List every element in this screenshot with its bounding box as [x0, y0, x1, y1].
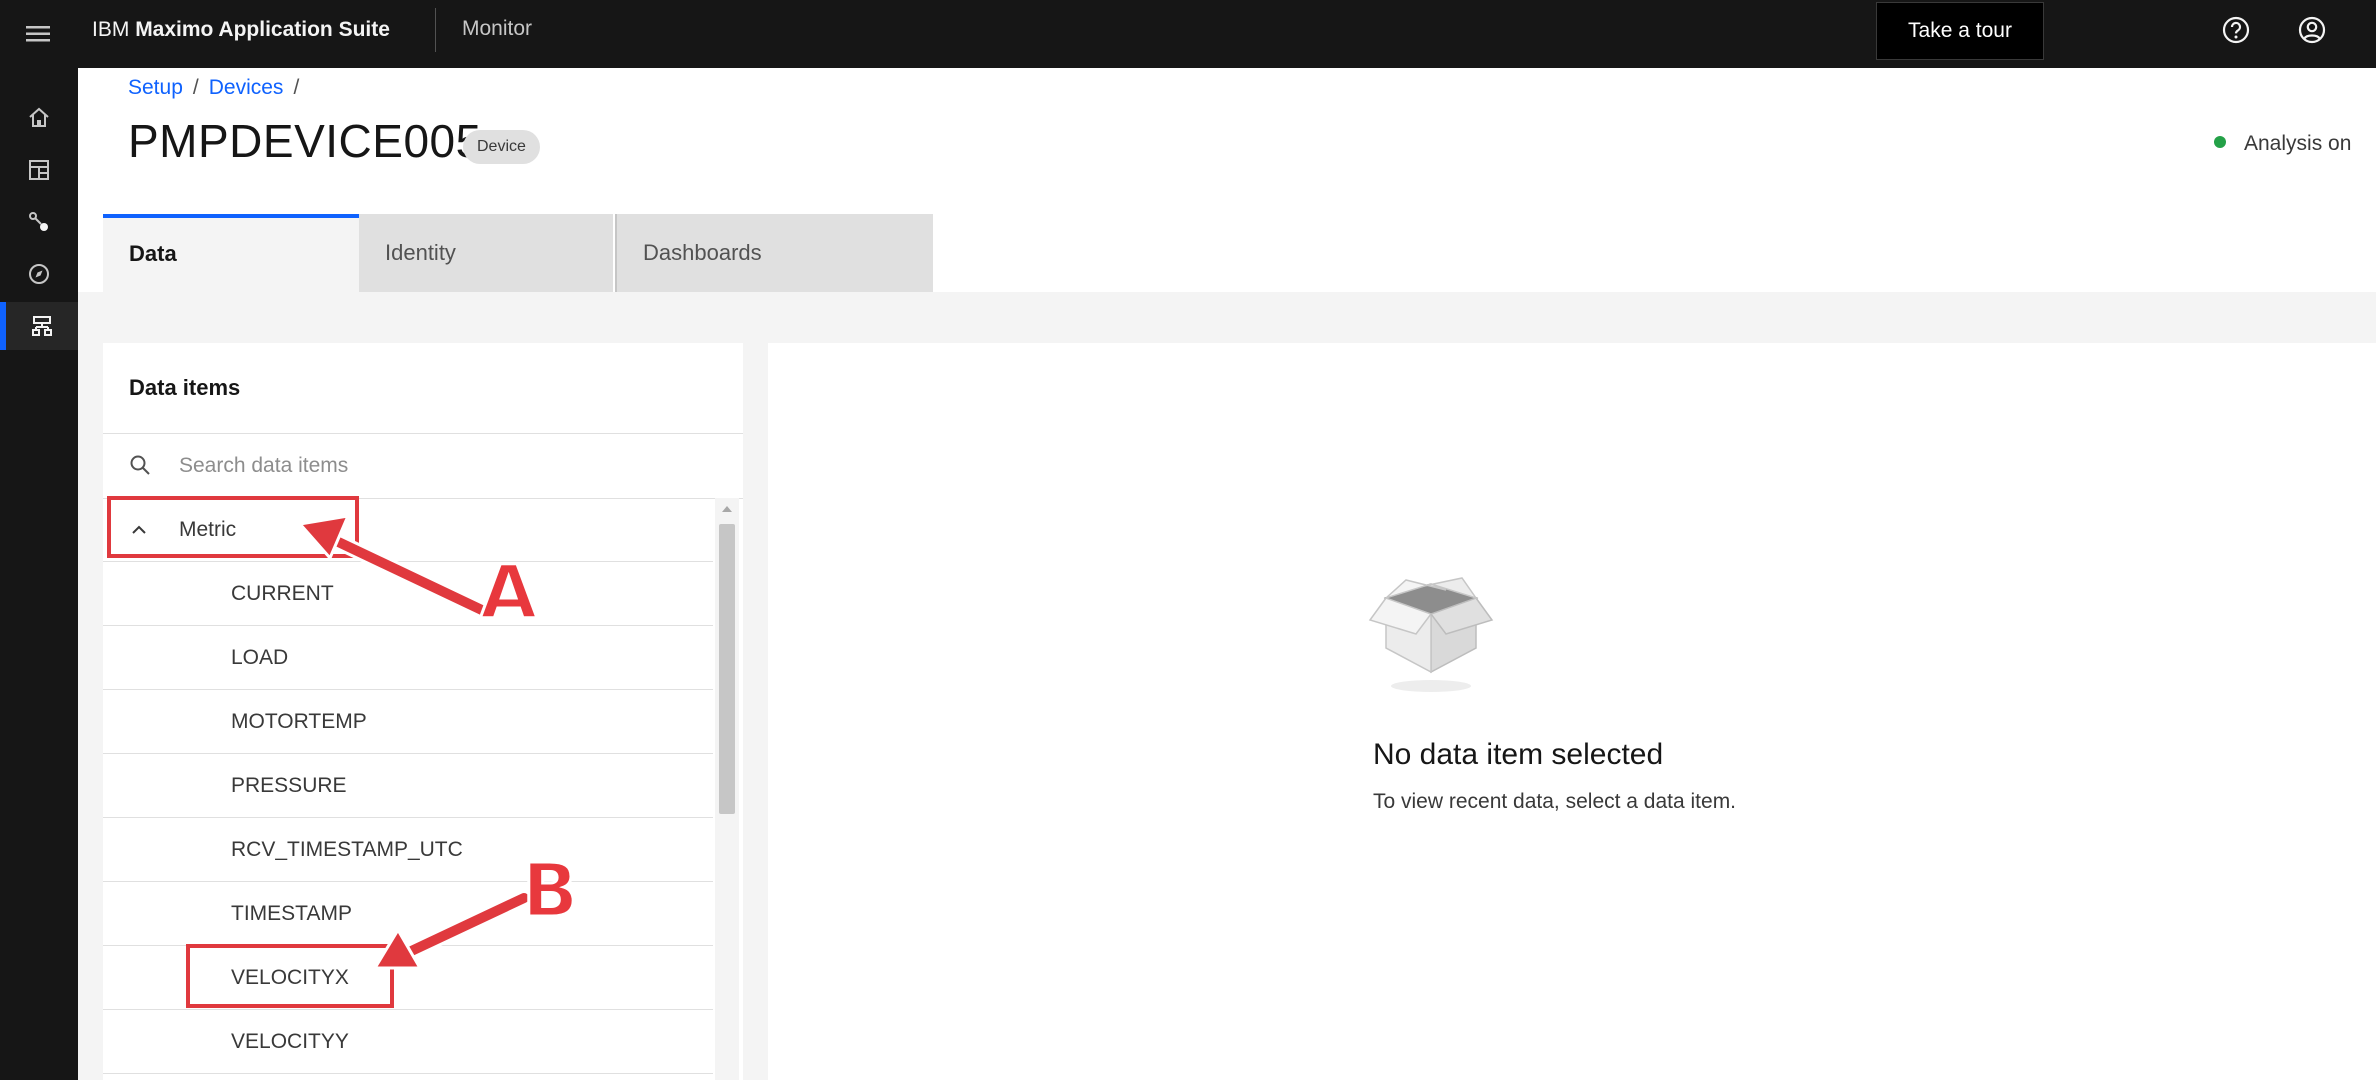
brand-prefix: IBM: [92, 18, 130, 41]
nodes-icon: [29, 212, 48, 231]
header-divider: [435, 8, 436, 52]
empty-state-subtitle: To view recent data, select a data item.: [1373, 790, 1737, 813]
breadcrumb-separator: /: [293, 76, 300, 99]
tab-data[interactable]: Data: [103, 214, 359, 292]
scrollbar-thumb[interactable]: [719, 524, 735, 814]
compass-icon: [29, 264, 49, 284]
breadcrumb-setup[interactable]: Setup: [128, 76, 183, 99]
data-items-title: Data items: [129, 375, 241, 400]
search-icon: [130, 455, 150, 475]
help-icon[interactable]: [2218, 12, 2254, 48]
breadcrumb-devices[interactable]: Devices: [209, 76, 284, 99]
take-a-tour-button[interactable]: Take a tour: [1876, 2, 2044, 60]
search-input[interactable]: [177, 444, 721, 488]
analysis-status-label: Analysis on: [2244, 132, 2352, 155]
analysis-status: Analysis on: [2214, 132, 2351, 156]
list-item[interactable]: LOAD: [103, 626, 713, 690]
annotation-box-b: [186, 944, 394, 1008]
scroll-up-arrow-icon[interactable]: [721, 504, 733, 514]
device-type-tag: Device: [463, 130, 540, 164]
annotation-box-a: [107, 496, 359, 558]
product-name[interactable]: IBM Maximo Application Suite: [92, 0, 390, 68]
nav-pipeline[interactable]: [0, 198, 78, 246]
search-bar: [103, 433, 743, 499]
dashboard-icon: [29, 160, 49, 180]
annotation-label-a: A: [478, 549, 538, 638]
list-item[interactable]: VELOCITYY: [103, 1010, 713, 1074]
nav-explore[interactable]: [0, 250, 78, 298]
status-dot-icon: [2214, 136, 2226, 149]
data-detail-panel: No data item selected To view recent dat…: [768, 343, 2376, 1080]
list-item[interactable]: MOTORTEMP: [103, 690, 713, 754]
menu-icon[interactable]: [20, 16, 56, 52]
setup-icon: [32, 316, 52, 336]
empty-state-title: No data item selected: [1373, 738, 1664, 771]
tab-identity[interactable]: Identity: [359, 214, 613, 292]
list-item[interactable]: CURRENT: [103, 562, 713, 626]
nav-home[interactable]: [0, 94, 78, 142]
list-item[interactable]: TIMESTAMP: [103, 882, 713, 946]
brand-name: Maximo Application Suite: [135, 18, 390, 41]
list-item[interactable]: RCV_TIMESTAMP_UTC: [103, 818, 713, 882]
tab-dashboards[interactable]: Dashboards: [615, 214, 933, 292]
list-item[interactable]: PRESSURE: [103, 754, 713, 818]
app-name: Monitor: [462, 17, 533, 40]
list-scrollbar[interactable]: [715, 498, 739, 1080]
side-navigation: [0, 68, 78, 1080]
top-header: IBM Maximo Application Suite Monitor Tak…: [0, 0, 2376, 68]
user-avatar-icon[interactable]: [2294, 12, 2330, 48]
breadcrumb: Setup / Devices /: [128, 76, 309, 100]
annotation-label-b: B: [520, 847, 579, 936]
home-icon: [29, 107, 49, 127]
empty-box-icon: [1368, 577, 1494, 692]
nav-setup[interactable]: [0, 302, 78, 350]
page-title: PMPDEVICE005: [128, 115, 482, 167]
nav-dashboards[interactable]: [0, 146, 78, 194]
breadcrumb-separator: /: [192, 76, 199, 99]
